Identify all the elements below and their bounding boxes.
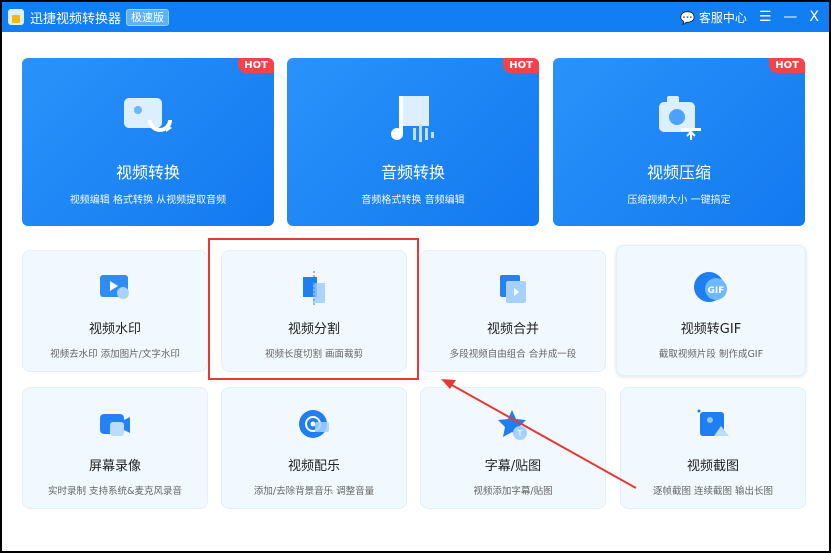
subtitle-star-icon: T xyxy=(498,410,527,440)
screen-record-icon xyxy=(100,414,130,436)
tool-video-compress[interactable]: HOT 视频压缩 压缩视频大小 一键搞定 xyxy=(553,58,805,226)
audio-convert-icon xyxy=(391,96,434,142)
tool-title: 视频水印 xyxy=(88,322,141,337)
gif-icon: GIF xyxy=(694,272,727,302)
tool-video-split[interactable]: 视频分割 视频长度切割 画面裁剪 xyxy=(221,250,407,372)
tool-desc: 视频长度切割 画面裁剪 xyxy=(264,349,364,360)
tool-title: 视频压缩 xyxy=(646,163,711,182)
tool-desc: 多段视频自由组合 合并成一段 xyxy=(449,349,577,360)
tool-video-convert[interactable]: HOT 视频转换 视频编辑 格式转换 从视频提取音频 xyxy=(22,58,274,226)
tool-video-to-gif[interactable]: GIF 视频转GIF 截取视频片段 制作成GIF xyxy=(616,245,806,376)
hot-badge: HOT xyxy=(238,58,274,73)
tool-title: 视频转换 xyxy=(115,163,180,182)
watermark-icon xyxy=(100,275,129,299)
tool-desc: 视频添加字幕/贴图 xyxy=(473,486,553,497)
app-title: 迅捷视频转换器 xyxy=(30,11,122,27)
tool-video-merge[interactable]: 视频合并 多段视频自由组合 合并成一段 xyxy=(420,250,606,372)
app-window: 迅捷视频转换器 极速版 💬 客服中心 ☰ — X HOT 视频转换 视频编辑 格… xyxy=(2,2,829,551)
tool-title: 字幕/贴图 xyxy=(484,459,542,474)
customer-service-label: 客服中心 xyxy=(698,10,747,25)
tool-desc: 压缩视频大小 一键搞定 xyxy=(627,195,731,206)
tool-video-watermark[interactable]: 视频水印 视频去水印 添加图片/文字水印 xyxy=(22,250,208,372)
video-music-icon xyxy=(299,410,329,438)
tool-subtitle-sticker[interactable]: T 字幕/贴图 视频添加字幕/贴图 xyxy=(420,387,606,509)
video-merge-icon xyxy=(500,275,526,303)
video-compress-icon xyxy=(659,96,701,140)
tool-title: 视频分割 xyxy=(287,322,340,337)
tool-desc: 视频去水印 添加图片/文字水印 xyxy=(50,349,180,360)
tool-video-screenshot[interactable]: 视频截图 逐帧截图 连续截图 输出长图 xyxy=(620,387,806,509)
tool-title: 视频配乐 xyxy=(287,459,340,474)
video-split-icon xyxy=(303,271,325,305)
hot-badge: HOT xyxy=(503,58,539,73)
tool-desc: 逐帧截图 连续截图 输出长图 xyxy=(652,486,774,497)
tool-screen-record[interactable]: 屏幕录像 实时录制 支持系统&麦克风录音 xyxy=(22,387,208,509)
tool-desc: 视频编辑 格式转换 从视频提取音频 xyxy=(69,195,227,206)
close-button[interactable]: X xyxy=(809,9,819,25)
tool-desc: 实时录制 支持系统&麦克风录音 xyxy=(48,486,182,497)
tool-title: 视频合并 xyxy=(486,322,539,337)
tool-desc: 添加/去除背景音乐 调整音量 xyxy=(253,486,375,497)
app-logo-icon xyxy=(8,9,24,25)
tool-video-music[interactable]: 视频配乐 添加/去除背景音乐 调整音量 xyxy=(221,387,407,509)
minimize-button[interactable]: — xyxy=(783,9,797,25)
tool-desc: 音频格式转换 音频编辑 xyxy=(361,195,465,206)
gif-icon-text: GIF xyxy=(708,286,725,296)
tool-title: 视频截图 xyxy=(686,459,739,474)
edition-badge: 极速版 xyxy=(126,8,170,26)
video-convert-icon xyxy=(124,98,172,132)
tool-title: 屏幕录像 xyxy=(88,459,141,474)
svg-text:T: T xyxy=(517,429,523,438)
screenshot-icon xyxy=(697,409,729,436)
tool-audio-convert[interactable]: HOT 音频转换 音频格式转换 音频编辑 xyxy=(287,58,539,226)
tool-title: 音频转换 xyxy=(380,163,445,182)
title-bar: 迅捷视频转换器 极速版 💬 客服中心 ☰ — X xyxy=(2,2,829,32)
tool-desc: 截取视频片段 制作成GIF xyxy=(658,349,764,360)
tool-title: 视频转GIF xyxy=(680,322,742,337)
hot-badge: HOT xyxy=(769,58,805,73)
customer-service-button[interactable]: 💬 客服中心 xyxy=(680,9,747,26)
menu-button[interactable]: ☰ xyxy=(759,9,772,25)
